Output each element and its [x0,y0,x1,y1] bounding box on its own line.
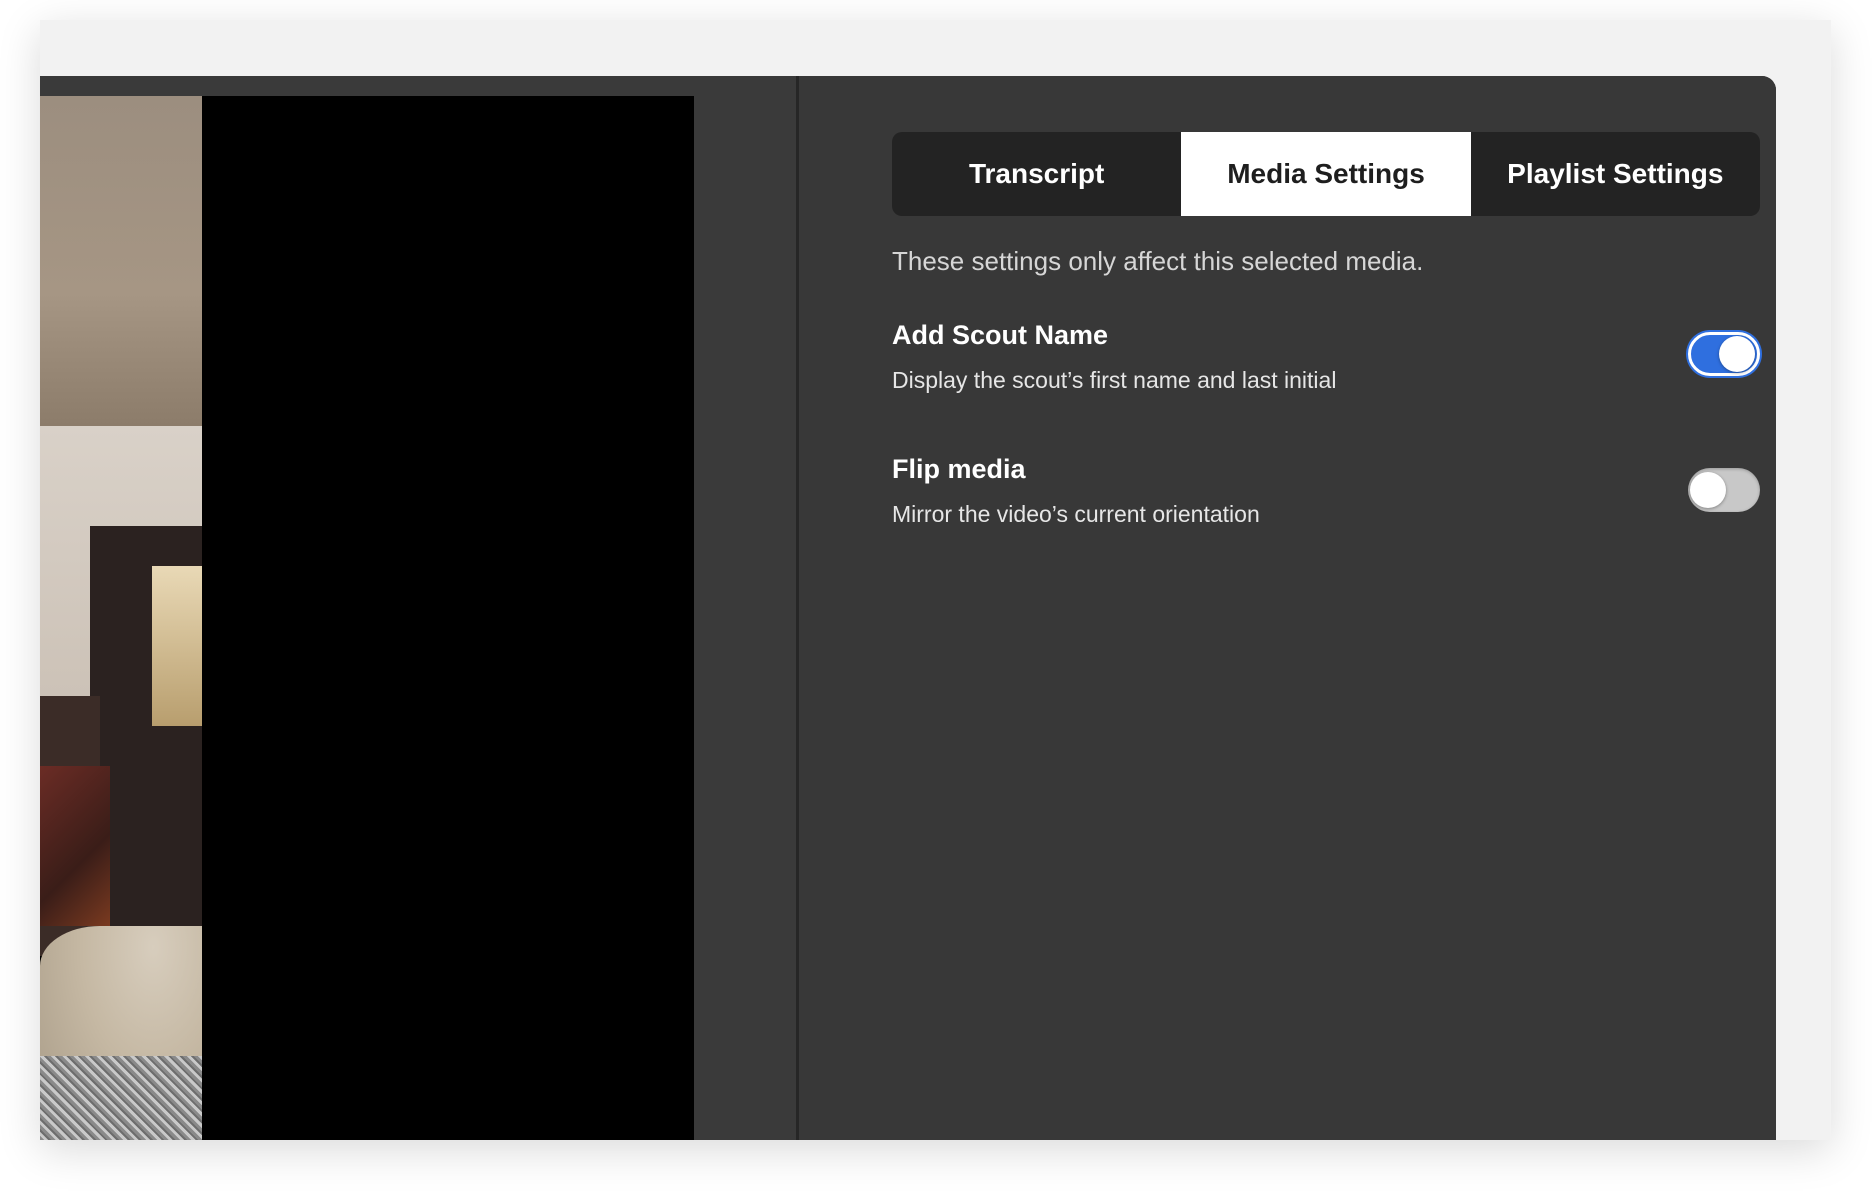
video-frame-thumbnail [40,96,202,1140]
setting-flip-media: Flip media Mirror the video’s current or… [892,454,1760,528]
setting-subtitle: Mirror the video’s current orientation [892,501,1260,527]
video-frame-blanket [40,1056,202,1140]
tab-transcript[interactable]: Transcript [892,132,1181,216]
flip-media-toggle[interactable] [1688,468,1760,512]
video-frame-wall [40,96,202,426]
panel-tabs: Transcript Media Settings Playlist Setti… [892,132,1760,216]
setting-title: Add Scout Name [892,320,1109,350]
app-window: Transcript Media Settings Playlist Setti… [40,20,1831,1140]
add-scout-name-toggle[interactable] [1688,332,1760,376]
settings-description: These settings only affect this selected… [892,246,1424,276]
toggle-knob [1690,472,1726,508]
tab-playlist-settings[interactable]: Playlist Settings [1471,132,1760,216]
setting-add-scout-name: Add Scout Name Display the scout’s first… [892,320,1760,394]
video-player[interactable] [40,96,694,1140]
media-viewer [40,76,796,1140]
setting-title: Flip media [892,454,1026,484]
video-frame-artwork [40,766,110,926]
setting-subtitle: Display the scout’s first name and last … [892,367,1337,393]
tab-media-settings[interactable]: Media Settings [1181,132,1471,216]
media-editor: Transcript Media Settings Playlist Setti… [40,76,1776,1140]
settings-panel: Transcript Media Settings Playlist Setti… [799,76,1776,1140]
toggle-knob [1719,336,1755,372]
video-frame-shelf-light [152,566,202,726]
